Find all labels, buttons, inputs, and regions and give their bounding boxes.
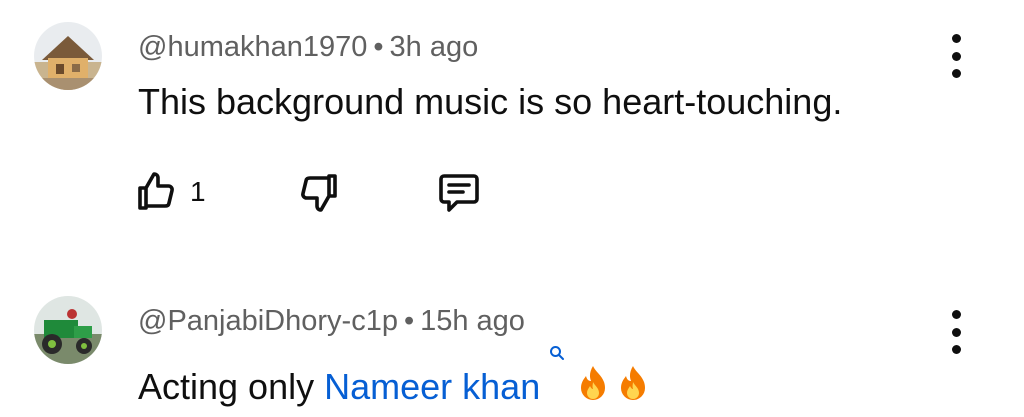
comment-time: 3h ago <box>389 31 479 63</box>
comment-text: Acting only Nameer khan <box>138 346 650 414</box>
avatar[interactable] <box>34 22 102 90</box>
fire-emoji-icon <box>576 364 610 414</box>
dot <box>951 345 961 354</box>
comment-meta: @PanjabiDhory-c1p • 15h ago <box>138 304 525 338</box>
thumbs-up-icon <box>138 172 174 210</box>
more-options-button[interactable] <box>942 310 970 354</box>
dot <box>951 69 961 78</box>
thumbs-down-icon <box>301 174 337 212</box>
comment-author[interactable]: @PanjabiDhory-c1p <box>138 305 398 337</box>
reply-comment-icon <box>439 174 479 212</box>
mention-link[interactable]: Nameer khan <box>324 366 540 407</box>
dot <box>951 34 961 43</box>
dot <box>951 327 961 337</box>
comment-author[interactable]: @humakhan1970 <box>138 31 367 63</box>
dislike-button[interactable] <box>295 168 343 216</box>
like-count: 1 <box>190 176 206 207</box>
meta-separator: • <box>403 305 415 337</box>
comment-time: 15h ago <box>420 305 525 337</box>
dot <box>951 310 961 319</box>
avatar[interactable] <box>34 296 102 364</box>
meta-separator: • <box>373 31 384 63</box>
comment-text: This background music is so heart-touchi… <box>138 81 843 122</box>
fire-emoji-icon <box>616 364 650 414</box>
comment-meta: @humakhan1970 • 3h ago <box>138 30 478 64</box>
like-button[interactable]: 1 <box>132 168 206 216</box>
search-icon[interactable] <box>544 346 570 390</box>
dot <box>951 51 961 61</box>
comment-text-prefix: Acting only <box>138 366 325 407</box>
reply-button[interactable] <box>434 168 484 216</box>
more-options-button[interactable] <box>942 34 970 78</box>
